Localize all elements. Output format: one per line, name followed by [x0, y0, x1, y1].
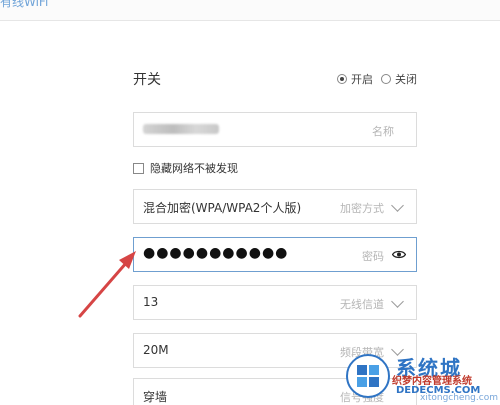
- red-arrow-annotation: [78, 251, 136, 318]
- watermark-pinyin: xitongcheng.com: [420, 393, 498, 403]
- windows-logo-icon: [346, 354, 390, 398]
- site-watermark: 系统城 织梦内容管理系统 DEDECMS.COM xitongcheng.com: [340, 352, 500, 405]
